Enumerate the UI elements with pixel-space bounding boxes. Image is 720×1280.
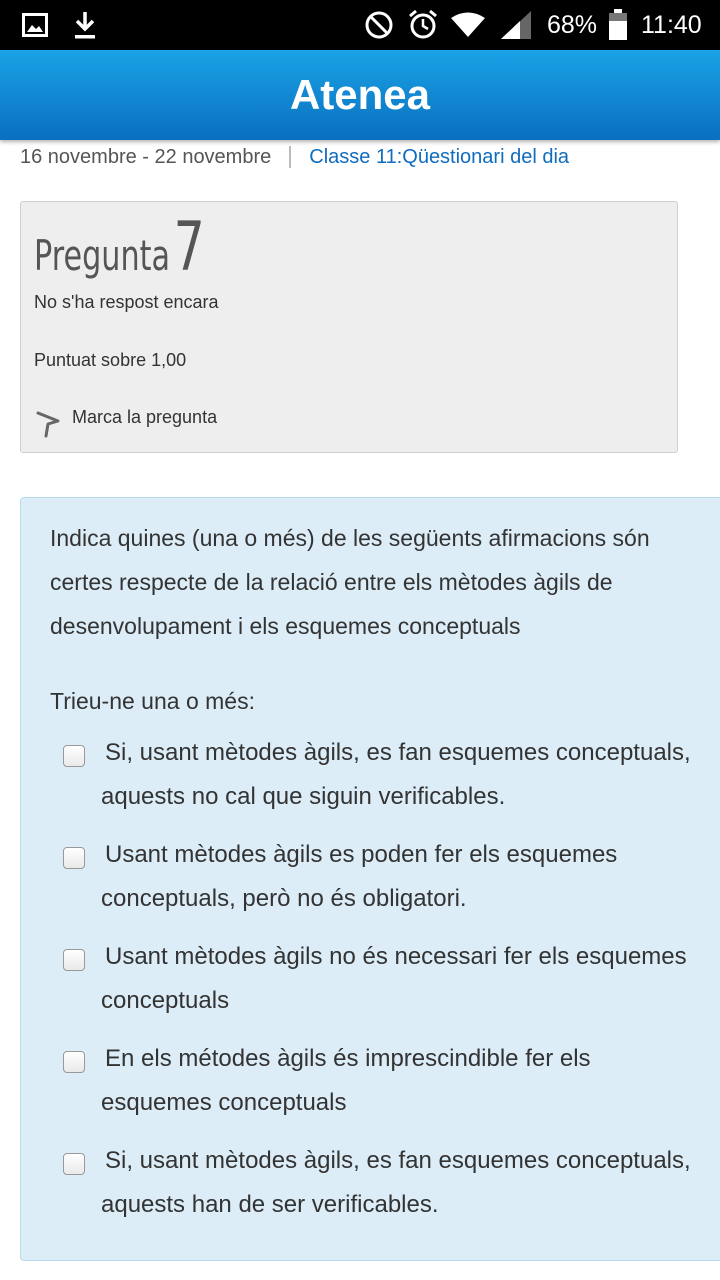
status-bar: 68% 11:40: [0, 0, 720, 50]
do-not-disturb-icon: [364, 0, 394, 50]
question-label: Pregunta: [34, 231, 171, 280]
option-label[interactable]: Si, usant mètodes àgils, es fan esquemes…: [101, 1139, 701, 1227]
question-grade: Puntuat sobre 1,00: [34, 350, 187, 370]
breadcrumb: 16 novembre - 22 novembre Classe 11:Qües…: [20, 143, 569, 171]
image-icon: [22, 0, 48, 50]
option-checkbox[interactable]: [63, 847, 85, 869]
breadcrumb-week[interactable]: 16 novembre - 22 novembre: [20, 146, 271, 169]
question-content: Indica quines (una o més) de les següent…: [20, 497, 720, 1261]
alarm-icon: [407, 0, 439, 50]
question-number: 7: [173, 208, 205, 287]
question-text: Indica quines (una o més) de les següent…: [50, 525, 650, 639]
breadcrumb-separator: [289, 146, 292, 168]
battery-icon: [608, 0, 628, 50]
app-title: Atenea: [289, 71, 431, 118]
battery-level: 68%: [547, 10, 598, 39]
answer-prompt: Trieu-ne una o més:: [50, 688, 255, 714]
question-heading: Pregunta 7: [34, 208, 205, 287]
option-checkbox[interactable]: [63, 949, 85, 971]
option-checkbox[interactable]: [63, 1153, 85, 1175]
signal-icon: [500, 0, 532, 50]
option-label[interactable]: En els métodes àgils és imprescindible f…: [101, 1037, 701, 1125]
flag-icon[interactable]: [35, 410, 61, 438]
question-state: No s'ha respost encara: [34, 292, 219, 312]
clock: 11:40: [641, 10, 702, 39]
app-bar: Atenea: [0, 50, 720, 140]
download-icon: [73, 0, 97, 50]
option-checkbox[interactable]: [63, 1051, 85, 1073]
option-label[interactable]: Si, usant mètodes àgils, es fan esquemes…: [101, 731, 701, 819]
option-label[interactable]: Usant mètodes àgils no és necessari fer …: [101, 935, 701, 1023]
option-label[interactable]: Usant mètodes àgils es poden fer els esq…: [101, 833, 701, 921]
wifi-icon: [450, 0, 486, 50]
question-info-panel: Pregunta 7 No s'ha respost encara Puntua…: [20, 201, 678, 453]
breadcrumb-quiz-link[interactable]: Classe 11:Qüestionari del dia: [309, 146, 569, 169]
option-checkbox[interactable]: [63, 745, 85, 767]
flag-question-link[interactable]: Marca la pregunta: [72, 407, 217, 428]
